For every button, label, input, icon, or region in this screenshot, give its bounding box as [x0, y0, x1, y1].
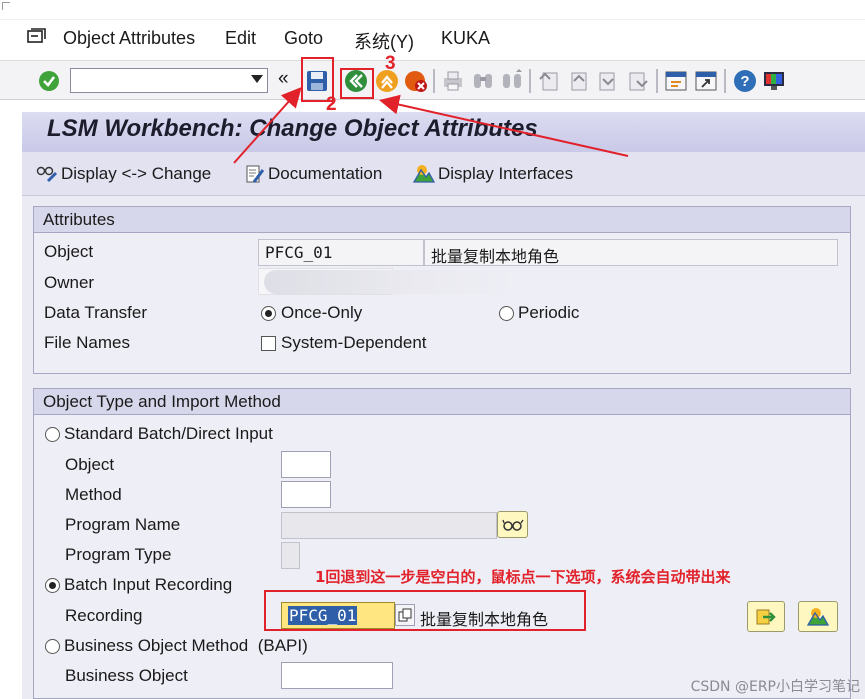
watermark: CSDN @ERP小白学习笔记 [690, 679, 860, 695]
arrow-to-save [233, 87, 302, 164]
annotation-arrows [233, 87, 629, 164]
arrow-to-back [379, 94, 629, 157]
